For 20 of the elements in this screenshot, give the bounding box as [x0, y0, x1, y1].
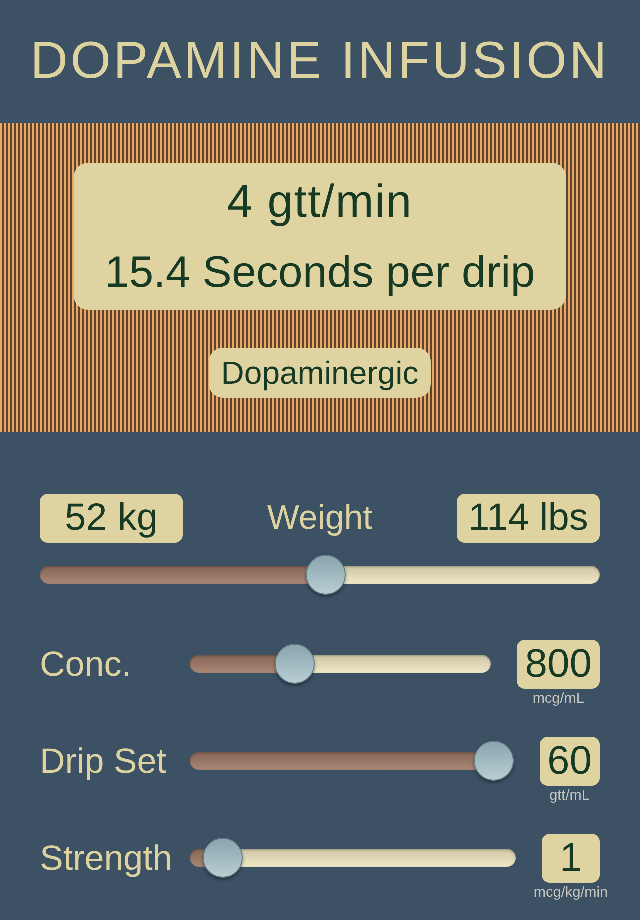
weight-kg-value: 52 kg — [40, 494, 183, 543]
slider-thumb[interactable] — [275, 644, 316, 684]
weight-label: Weight — [267, 498, 373, 539]
unit-label: mcg/kg/min — [534, 885, 608, 901]
slider-thumb[interactable] — [202, 838, 243, 878]
slider-label: Conc. — [40, 644, 132, 686]
slider-thumb[interactable] — [306, 555, 346, 595]
category-tag: Dopaminergic — [209, 348, 431, 398]
slider-label: Strength — [40, 838, 172, 880]
slider-thumb[interactable] — [474, 741, 514, 781]
app-title: DOPAMINE INFUSION — [30, 31, 610, 92]
unit-label: gtt/mL — [550, 788, 590, 804]
drip-rate-text: 4 gtt/min — [227, 174, 413, 228]
value-display: 800 — [517, 640, 600, 689]
weight-lbs-value: 114 lbs — [457, 494, 600, 543]
slider-label: Drip Set — [40, 741, 166, 783]
value-display: 60 — [540, 737, 600, 786]
drip-interval-text: 15.4 Seconds per drip — [104, 248, 536, 298]
value-display: 1 — [542, 834, 600, 883]
unit-label: mcg/mL — [532, 691, 584, 707]
